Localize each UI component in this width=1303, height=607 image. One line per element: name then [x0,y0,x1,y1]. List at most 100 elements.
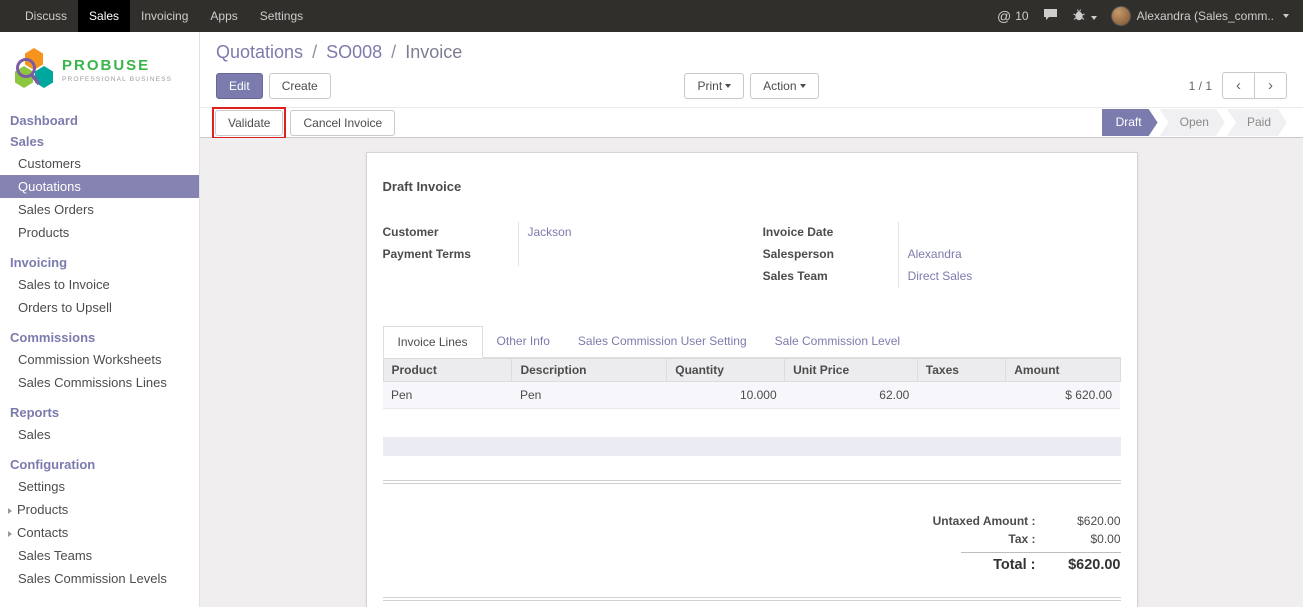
cell-unit-price[interactable]: 62.00 [785,382,918,409]
invoice-sheet: Draft Invoice Customer Jackson Payment T… [366,152,1138,607]
invoice-line-row[interactable]: Pen Pen 10.000 62.00 $ 620.00 [383,382,1120,409]
state-open[interactable]: Open [1160,109,1225,136]
menu-settings[interactable]: Settings [249,0,314,32]
control-panel: Quotations / SO008 / Invoice Edit Create… [200,32,1303,107]
sheet-footer-divider [383,597,1121,601]
menu-discuss[interactable]: Discuss [14,0,78,32]
state-draft[interactable]: Draft [1102,109,1158,136]
salesperson-value[interactable]: Alexandra [898,244,1121,266]
debug-bug-icon[interactable] [1072,8,1097,24]
sidebar-item-label: Contacts [17,525,68,540]
expand-arrow-icon [8,531,12,537]
action-dropdown-button[interactable]: Action [750,73,818,99]
activities-counter[interactable]: @ 10 [997,8,1029,24]
sidebar-item-commission-worksheets[interactable]: Commission Worksheets [0,348,199,371]
state-widget: Draft Open Paid [1102,109,1287,136]
invoice-lines-table: Product Description Quantity Unit Price … [383,358,1121,409]
sidebar-item-products[interactable]: Products [0,221,199,244]
sidebar-heading-reports[interactable]: Reports [0,402,199,423]
sidebar-heading-sales[interactable]: Sales [0,131,199,152]
user-avatar [1111,6,1131,26]
sidebar-item-sales-commissions-lines[interactable]: Sales Commissions Lines [0,371,199,394]
sidebar-item-quotations[interactable]: Quotations [0,175,199,198]
menu-apps[interactable]: Apps [199,0,248,32]
sales-team-label: Sales Team [763,266,898,288]
user-menu[interactable]: Alexandra (Sales_comm.. [1111,6,1289,26]
breadcrumb-so008[interactable]: SO008 [326,42,382,62]
right-field-group: Invoice Date Salesperson Alexandra Sales… [763,222,1121,288]
cancel-invoice-button[interactable]: Cancel Invoice [290,110,395,136]
col-header-product[interactable]: Product [383,359,512,382]
sales-team-value[interactable]: Direct Sales [898,266,1121,288]
untaxed-amount-label: Untaxed Amount : [933,514,1036,528]
cell-description[interactable]: Pen [512,382,667,409]
section-divider [383,480,1121,484]
sidebar-heading-commissions[interactable]: Commissions [0,327,199,348]
col-header-amount[interactable]: Amount [1006,359,1120,382]
sidebar-item-config-contacts[interactable]: Contacts [0,521,199,544]
company-logo: PROBUSE PROFESSIONAL BUSINESS [0,32,199,110]
form-statusbar: Validate Cancel Invoice Draft Open Paid [200,107,1303,138]
tab-sales-commission-user-setting[interactable]: Sales Commission User Setting [564,326,761,358]
sidebar-item-sales-commission-levels[interactable]: Sales Commission Levels [0,567,199,590]
menu-invoicing[interactable]: Invoicing [130,0,199,32]
tab-other-info[interactable]: Other Info [483,326,564,358]
left-field-group: Customer Jackson Payment Terms [383,222,741,288]
col-header-description[interactable]: Description [512,359,667,382]
sidebar-item-label: Products [17,502,68,517]
logo-subtitle: PROFESSIONAL BUSINESS [62,76,172,83]
sidebar-heading-configuration[interactable]: Configuration [0,454,199,475]
cell-quantity[interactable]: 10.000 [667,382,785,409]
sidebar-item-sales-to-invoice[interactable]: Sales to Invoice [0,273,199,296]
empty-list-stripe [383,437,1121,456]
messages-icon[interactable] [1043,8,1058,24]
validate-highlight-box: Validate [212,107,286,139]
sidebar-item-config-products[interactable]: Products [0,498,199,521]
total-value: $620.00 [1036,557,1121,573]
pager-next-button[interactable]: › [1254,72,1287,99]
sidebar: PROBUSE PROFESSIONAL BUSINESS Dashboard … [0,32,200,607]
breadcrumb: Quotations / SO008 / Invoice [216,40,1287,64]
pager-counter: 1 / 1 [1189,79,1212,93]
payment-terms-value [518,244,741,266]
sidebar-item-reports-sales[interactable]: Sales [0,423,199,446]
customer-value[interactable]: Jackson [518,222,741,244]
cell-product[interactable]: Pen [383,382,512,409]
invoice-title: Draft Invoice [383,179,1121,194]
col-header-taxes[interactable]: Taxes [917,359,1005,382]
payment-terms-label: Payment Terms [383,244,518,266]
sidebar-item-orders-to-upsell[interactable]: Orders to Upsell [0,296,199,319]
sidebar-heading-invoicing[interactable]: Invoicing [0,252,199,273]
col-header-quantity[interactable]: Quantity [667,359,785,382]
cell-amount[interactable]: $ 620.00 [1006,382,1120,409]
invoice-date-value [898,222,1121,244]
breadcrumb-separator: / [387,42,400,62]
sidebar-item-customers[interactable]: Customers [0,152,199,175]
print-dropdown-button[interactable]: Print [684,73,744,99]
activity-count: 10 [1015,9,1028,23]
sidebar-heading-dashboard[interactable]: Dashboard [0,110,199,131]
table-header-row: Product Description Quantity Unit Price … [383,359,1120,382]
app-menu: Discuss Sales Invoicing Apps Settings [14,0,314,32]
total-separator [961,552,1121,553]
caret-down-icon [1283,14,1289,18]
cell-taxes[interactable] [917,382,1005,409]
total-label: Total : [993,557,1035,573]
totals-block: Untaxed Amount : $620.00 Tax : $0.00 Tot… [383,512,1121,575]
action-label: Action [763,79,796,93]
state-paid[interactable]: Paid [1227,109,1287,136]
tab-invoice-lines[interactable]: Invoice Lines [383,326,483,358]
col-header-unit-price[interactable]: Unit Price [785,359,918,382]
pager-previous-button[interactable]: ‹ [1222,72,1255,99]
sidebar-item-settings[interactable]: Settings [0,475,199,498]
menu-sales[interactable]: Sales [78,0,130,32]
print-label: Print [697,79,722,93]
validate-button[interactable]: Validate [215,110,283,136]
breadcrumb-quotations[interactable]: Quotations [216,42,303,62]
create-button[interactable]: Create [269,73,331,99]
sidebar-item-sales-orders[interactable]: Sales Orders [0,198,199,221]
tab-sale-commission-level[interactable]: Sale Commission Level [761,326,914,358]
untaxed-amount-value: $620.00 [1036,514,1121,528]
sidebar-item-sales-teams[interactable]: Sales Teams [0,544,199,567]
edit-button[interactable]: Edit [216,73,263,99]
